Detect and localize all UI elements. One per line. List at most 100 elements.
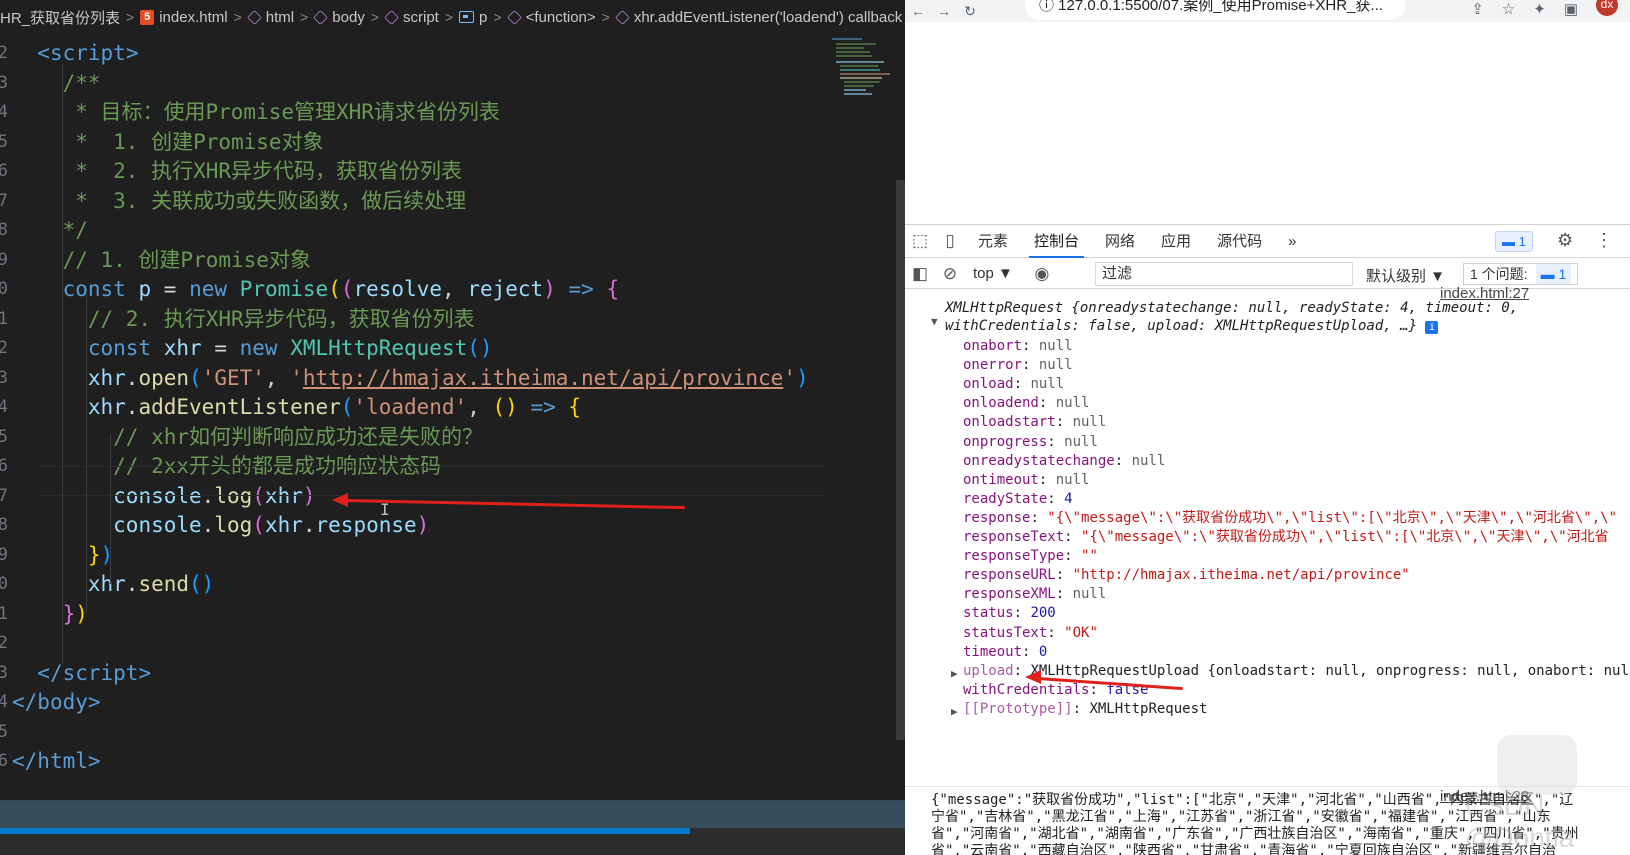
- expand-triangle-icon[interactable]: ▶: [951, 664, 958, 683]
- line-number: 3: [0, 367, 8, 388]
- property-row[interactable]: responseType: "": [963, 547, 1098, 566]
- property-value: "OK": [1064, 624, 1098, 641]
- code-line[interactable]: 3 /**: [0, 68, 905, 98]
- breadcrumb-function[interactable]: <function>: [506, 9, 596, 26]
- property-row[interactable]: statusText: "OK": [963, 624, 1098, 643]
- code-line[interactable]: 5 // xhr如何判断响应成功还是失败的？: [0, 422, 905, 452]
- code-line[interactable]: 2: [0, 628, 905, 658]
- property-row[interactable]: readyState: 4: [963, 490, 1073, 509]
- reload-icon[interactable]: ↻: [957, 3, 983, 20]
- info-icon[interactable]: ⓘ: [1039, 0, 1058, 14]
- extensions-icon[interactable]: ✦: [1533, 0, 1546, 18]
- sidebar-toggle-icon[interactable]: ◧: [905, 264, 935, 284]
- property-row[interactable]: ▶ [[Prototype]]: XMLHttpRequest: [951, 700, 1207, 719]
- code-area[interactable]: 2 <script> 3 /** 4 * 目标：使用Promise管理XHR请求省份…: [0, 34, 905, 804]
- breadcrumb-callback[interactable]: xhr.addEventListener('loadend') callback: [614, 9, 902, 26]
- property-row[interactable]: response: "{\"message\":\"获取省份成功\",\"lis…: [963, 509, 1617, 528]
- floating-widget[interactable]: [1497, 735, 1577, 795]
- code-line[interactable]: 6 </html>: [0, 746, 905, 776]
- address-bar[interactable]: ⓘ 127.0.0.1:5500/07.案例_使用Promise+XHR_获..…: [1025, 0, 1405, 20]
- messages-badge[interactable]: ▬ 1: [1495, 231, 1533, 252]
- info-icon[interactable]: i: [1425, 321, 1439, 334]
- code-line[interactable]: 6 * 2. 执行XHR异步代码，获取省份列表: [0, 156, 905, 186]
- object-summary[interactable]: XMLHttpRequest {onreadystatechange: null…: [945, 299, 1625, 335]
- log-level-select[interactable]: 默认级别 ▼: [1366, 265, 1445, 286]
- share-icon[interactable]: ⇪: [1471, 0, 1484, 18]
- code-line[interactable]: 4 </body>: [0, 687, 905, 717]
- filter-input[interactable]: 过滤: [1095, 262, 1353, 286]
- breadcrumb-variable[interactable]: p: [459, 9, 487, 26]
- clear-console-icon[interactable]: ⊘: [935, 264, 965, 284]
- avatar[interactable]: dx: [1596, 0, 1618, 16]
- property-row[interactable]: onreadystatechange: null: [963, 452, 1165, 471]
- property-row[interactable]: responseText: "{\"message\":\"获取省份成功\",\…: [963, 528, 1609, 547]
- code-line[interactable]: 3 </script>: [0, 658, 905, 688]
- property-colon: :: [1013, 376, 1031, 393]
- property-row[interactable]: onprogress: null: [963, 433, 1098, 452]
- star-icon[interactable]: ☆: [1502, 0, 1515, 18]
- breadcrumb-label: html: [265, 8, 295, 26]
- property-row[interactable]: onload: null: [963, 375, 1064, 394]
- code-line[interactable]: 4 * 目标：使用Promise管理XHR请求省份列表: [0, 97, 905, 127]
- minimap[interactable]: [830, 34, 890, 114]
- code-editor[interactable]: HR_获取省份列表 > 5 index.html > html > body > …: [0, 0, 905, 855]
- context-select[interactable]: top ▼: [973, 265, 1013, 282]
- breadcrumb-body[interactable]: body: [313, 9, 365, 26]
- tab-network[interactable]: 网络: [1092, 225, 1148, 258]
- property-row[interactable]: status: 200: [963, 604, 1056, 623]
- inspect-icon[interactable]: ⬚: [905, 231, 935, 251]
- breadcrumb-file[interactable]: 5 index.html: [140, 9, 228, 26]
- issues-button[interactable]: 1 个问题: ▬ 1: [1463, 263, 1579, 285]
- back-icon[interactable]: ←: [905, 3, 931, 19]
- property-colon: :: [1013, 605, 1031, 622]
- device-toolbar-icon[interactable]: ▯: [935, 231, 965, 251]
- property-row[interactable]: timeout: 0: [963, 643, 1047, 662]
- property-row[interactable]: onabort: null: [963, 337, 1073, 356]
- code-line[interactable]: 5: [0, 717, 905, 747]
- line-number: 0: [0, 574, 8, 594]
- property-colon: :: [1072, 700, 1090, 717]
- tab-application[interactable]: 应用: [1148, 225, 1204, 258]
- code-line[interactable]: 1 // 2. 执行XHR异步代码，获取省份列表: [0, 304, 905, 334]
- code-line[interactable]: 4 xhr.addEventListener('loadend', () => …: [0, 392, 905, 422]
- gear-icon[interactable]: ⚙: [1557, 230, 1573, 251]
- property-colon: :: [1030, 509, 1048, 526]
- property-key: ontimeout: [963, 471, 1039, 488]
- expand-triangle-icon[interactable]: ▶: [951, 702, 958, 721]
- code-line[interactable]: 5 * 1. 创建Promise对象: [0, 127, 905, 157]
- window-icon[interactable]: ▣: [1564, 0, 1578, 18]
- tab-sources[interactable]: 源代码: [1204, 225, 1275, 258]
- kebab-menu-icon[interactable]: ⋮: [1595, 230, 1613, 251]
- code-line[interactable]: 9 }): [0, 540, 905, 570]
- property-row[interactable]: ontimeout: null: [963, 471, 1089, 490]
- property-row[interactable]: responseXML: null: [963, 585, 1106, 604]
- forward-icon[interactable]: →: [931, 3, 957, 19]
- property-row[interactable]: onerror: null: [963, 356, 1073, 375]
- code-line[interactable]: 8 console.log(xhr.response): [0, 510, 905, 540]
- property-colon: :: [1055, 414, 1073, 431]
- issues-count: ▬ 1: [1535, 264, 1572, 284]
- line-number: 5: [0, 721, 8, 742]
- breadcrumb-folder[interactable]: HR_获取省份列表: [0, 7, 120, 28]
- property-row[interactable]: responseURL: "http://hmajax.itheima.net/…: [963, 566, 1410, 585]
- breadcrumb-script[interactable]: script: [384, 9, 439, 26]
- property-row[interactable]: onloadend: null: [963, 394, 1089, 413]
- code-line[interactable]: 0 const p = new Promise((resolve, reject…: [0, 274, 905, 304]
- code-line[interactable]: 0 xhr.send(): [0, 569, 905, 599]
- code-line[interactable]: 8 */: [0, 215, 905, 245]
- editor-scrollbar[interactable]: [896, 180, 905, 740]
- tab-console[interactable]: 控制台: [1021, 225, 1092, 258]
- code-line[interactable]: 2 <script>: [0, 38, 905, 68]
- collapse-triangle-icon[interactable]: ▼: [931, 315, 938, 328]
- code-line[interactable]: 1 }): [0, 599, 905, 629]
- breadcrumb-html[interactable]: html: [246, 8, 295, 26]
- code-line[interactable]: 7 * 3. 关联成功或失败函数，做后续处理: [0, 186, 905, 216]
- code-line[interactable]: 2 const xhr = new XMLHttpRequest(): [0, 333, 905, 363]
- element-icon: [384, 9, 399, 25]
- more-tabs-icon[interactable]: »: [1275, 225, 1309, 258]
- code-line[interactable]: 9 // 1. 创建Promise对象: [0, 245, 905, 275]
- tab-elements[interactable]: 元素: [965, 225, 1021, 258]
- eye-icon[interactable]: ◉: [1027, 264, 1057, 284]
- code-line[interactable]: 3 xhr.open('GET', 'http://hmajax.itheima…: [0, 363, 905, 393]
- property-row[interactable]: onloadstart: null: [963, 413, 1106, 432]
